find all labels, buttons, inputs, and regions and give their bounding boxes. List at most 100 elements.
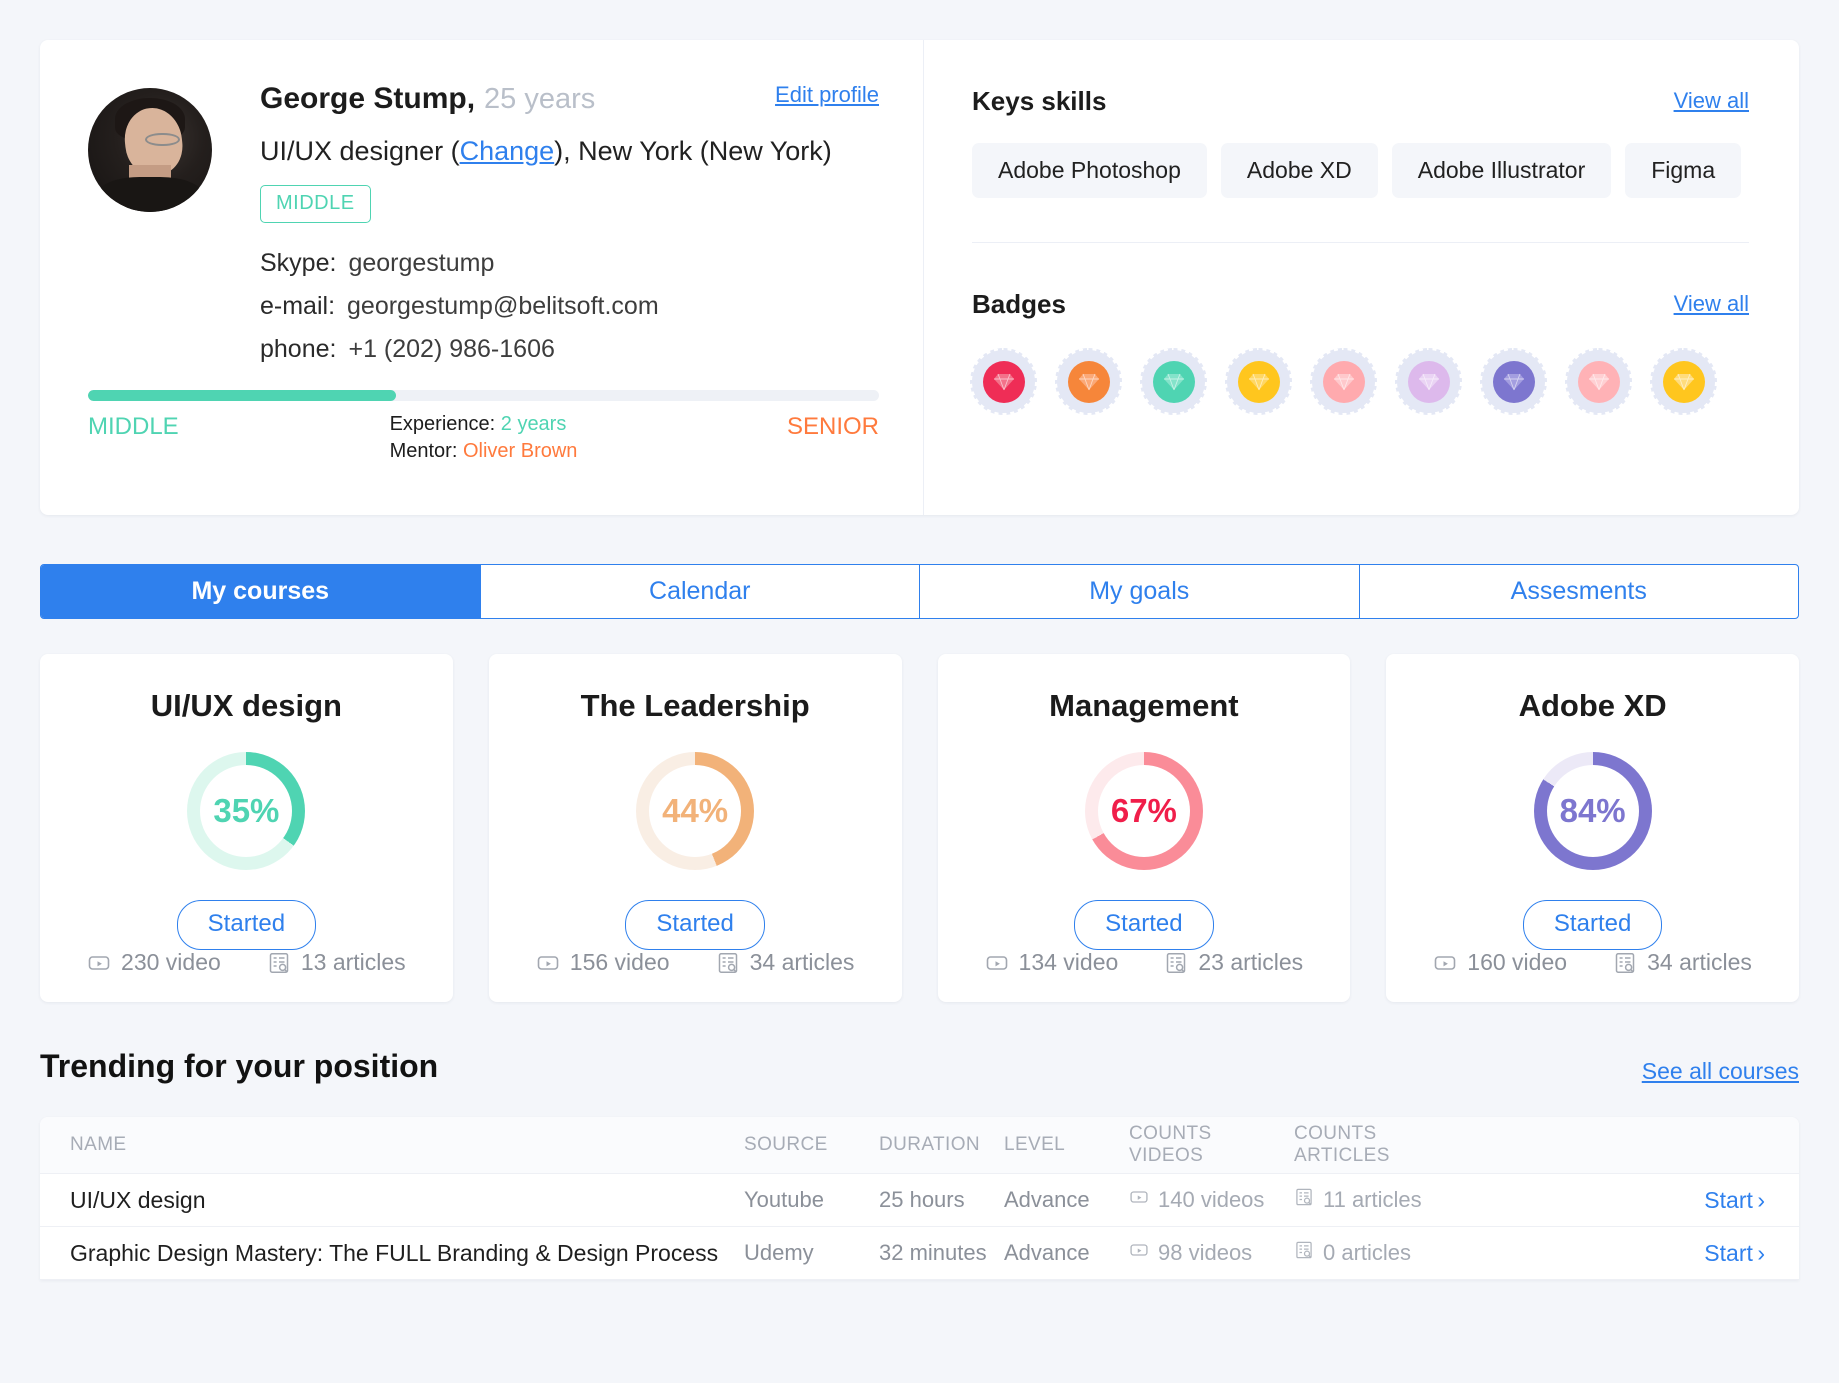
contact-skype: Skype: georgestump [260,249,879,278]
mentor-line: Mentor: Oliver Brown [390,440,578,463]
role-prefix: UI/UX designer ( [260,136,460,166]
level-chip: MIDDLE [260,185,371,223]
article-icon [1613,951,1637,975]
th-source: SOURCE [744,1134,828,1155]
video-icon [1129,1187,1149,1213]
edit-profile-link[interactable]: Edit profile [775,82,879,108]
course-videos-label: 156 video [569,949,670,975]
trending-table: NAME SOURCE DURATION LEVEL COUNTS VIDEOS… [40,1117,1799,1280]
badge-medal-icon [1237,360,1280,403]
badge-gold-icon[interactable] [1225,348,1292,415]
table-row[interactable]: Graphic Design Mastery: The FULL Brandin… [40,1227,1799,1280]
tab-assesments[interactable]: Assesments [1360,565,1799,618]
badge-rose-icon[interactable] [1565,348,1632,415]
course-status-button[interactable]: Started [625,900,765,950]
video-icon [1433,951,1457,975]
row-level: Advance [1004,1187,1090,1212]
row-name: UI/UX design [70,1186,206,1213]
article-icon [1294,1187,1314,1213]
skills-badges-column: Keys skills View all Adobe Photoshop Adob… [924,40,1799,515]
chevron-right-icon: › [1757,1186,1765,1213]
course-videos: 230 video [87,949,221,976]
th-counts-articles: COUNTS ARTICLES [1294,1123,1390,1166]
badge-medal-icon [1407,360,1450,403]
row-duration: 25 hours [879,1187,965,1212]
article-icon [1164,951,1188,975]
course-articles-label: 13 articles [300,949,406,975]
course-card[interactable]: UI/UX design 35% Started 230 video 13 ar… [40,654,453,1002]
table-header-row: NAME SOURCE DURATION LEVEL COUNTS VIDEOS… [40,1117,1799,1174]
start-link[interactable]: Start [1704,1240,1753,1266]
contact-value: georgestump@belitsoft.com [347,292,659,320]
course-status-button[interactable]: Started [1522,900,1663,950]
skill-chip[interactable]: Figma [1625,143,1742,198]
row-videos: 140 videos [1125,1187,1290,1213]
contact-key: Skype: [260,249,337,277]
keys-skills-title: Keys skills [972,86,1107,116]
course-articles-label: 23 articles [1198,949,1304,975]
row-source: Youtube [744,1187,824,1212]
row-action[interactable]: Start › [1475,1240,1799,1267]
experience-line: Experience: 2 years [390,413,578,436]
course-title: The Leadership [580,688,810,723]
skills-view-all-link[interactable]: View all [1674,88,1749,114]
profile-column: Edit profile George Stump, 25 years UI/U… [40,40,923,515]
profile-role: UI/UX designer (Change), New York (New Y… [260,136,879,167]
course-percent: 84% [1559,792,1626,829]
badges-view-all-link[interactable]: View all [1674,291,1749,317]
course-status-button[interactable]: Started [176,900,317,950]
badge-crimson-icon[interactable] [970,348,1037,415]
row-name: Graphic Design Mastery: The FULL Brandin… [70,1239,719,1266]
progress-meta: Experience: 2 years Mentor: Oliver Brown [390,413,578,467]
avatar [88,88,212,212]
row-videos-label: 140 videos [1158,1187,1265,1212]
badge-lavender-icon[interactable] [1395,348,1462,415]
change-role-link[interactable]: Change [460,136,555,166]
role-suffix: ), New York (New York) [554,136,832,166]
contact-list: Skype: georgestump e-mail: georgestump@b… [260,249,879,364]
skill-chip[interactable]: Adobe XD [1220,143,1378,198]
course-title: UI/UX design [150,688,342,723]
see-all-courses-link[interactable]: See all courses [1642,1058,1799,1085]
tab-my-courses[interactable]: My courses [41,565,481,618]
course-title: Management [1049,688,1239,723]
gem-icon [1418,373,1439,391]
skill-chip[interactable]: Adobe Photoshop [972,143,1207,198]
profile-name: George Stump, [260,82,476,115]
tab-my-goals[interactable]: My goals [920,565,1360,618]
course-card[interactable]: Management 67% Started 134 video 23 arti… [937,654,1351,1002]
course-progress-donut: 84% [1533,752,1652,870]
badge-amber-icon[interactable] [1650,348,1717,415]
course-status-button[interactable]: Started [1074,900,1214,950]
badge-orange-icon[interactable] [1055,348,1122,415]
badge-violet-icon[interactable] [1480,348,1547,415]
course-articles: 13 articles [267,949,406,976]
course-videos-label: 134 video [1018,949,1119,975]
course-percent: 67% [1110,792,1177,829]
row-duration: 32 minutes [879,1240,987,1265]
video-icon [985,951,1009,975]
tab-calendar[interactable]: Calendar [481,565,920,618]
badge-teal-icon[interactable] [1140,348,1207,415]
gem-icon [1163,373,1184,391]
course-card[interactable]: The Leadership 44% Started 156 video 34 … [488,654,902,1002]
progress-labels: MIDDLE Experience: 2 years Mentor: Olive… [88,413,879,462]
dashboard-page: Edit profile George Stump, 25 years UI/U… [0,0,1839,1383]
badge-medal-icon [1152,360,1195,403]
contact-value: +1 (202) 986-1606 [348,335,555,363]
badge-pink-icon[interactable] [1310,348,1377,415]
keys-skills-section: Keys skills View all Adobe Photoshop Adob… [924,40,1799,243]
start-link[interactable]: Start [1704,1187,1753,1213]
mentor-key: Mentor: [389,440,458,462]
row-action[interactable]: Start › [1475,1187,1799,1214]
row-level: Advance [1004,1240,1090,1265]
skill-chip[interactable]: Adobe Illustrator [1391,143,1612,198]
gem-icon [1333,373,1354,391]
mentor-value[interactable]: Oliver Brown [463,440,577,462]
course-meta: 160 video 34 articles [1386,949,1799,976]
gem-icon [1588,373,1609,391]
video-icon [87,951,111,975]
gem-icon [1503,373,1524,391]
table-row[interactable]: UI/UX design Youtube 25 hours Advance 14… [40,1174,1799,1227]
course-card[interactable]: Adobe XD 84% Started 160 video 34 articl… [1386,654,1799,1002]
